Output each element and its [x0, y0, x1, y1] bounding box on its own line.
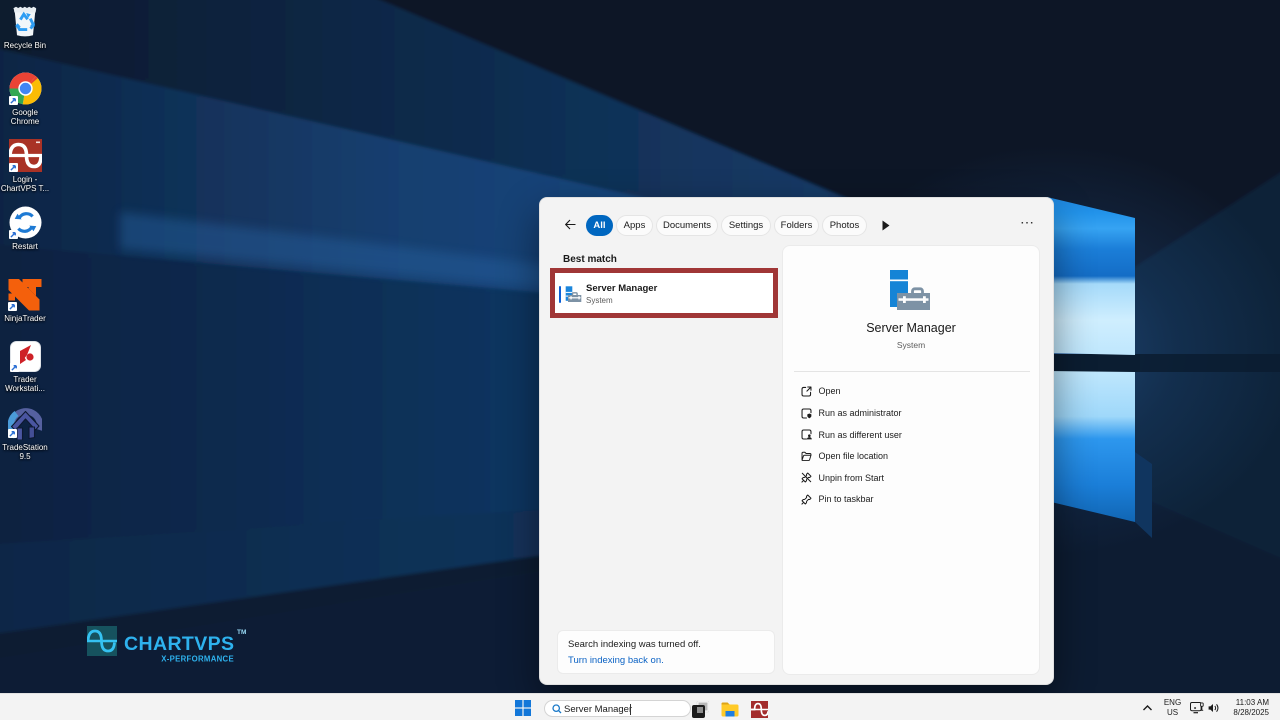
svg-text:X-PERFORMANCE: X-PERFORMANCE [161, 655, 234, 664]
svg-text:TM: TM [237, 629, 246, 636]
svg-text:CHARTVPS: CHARTVPS [124, 633, 234, 655]
